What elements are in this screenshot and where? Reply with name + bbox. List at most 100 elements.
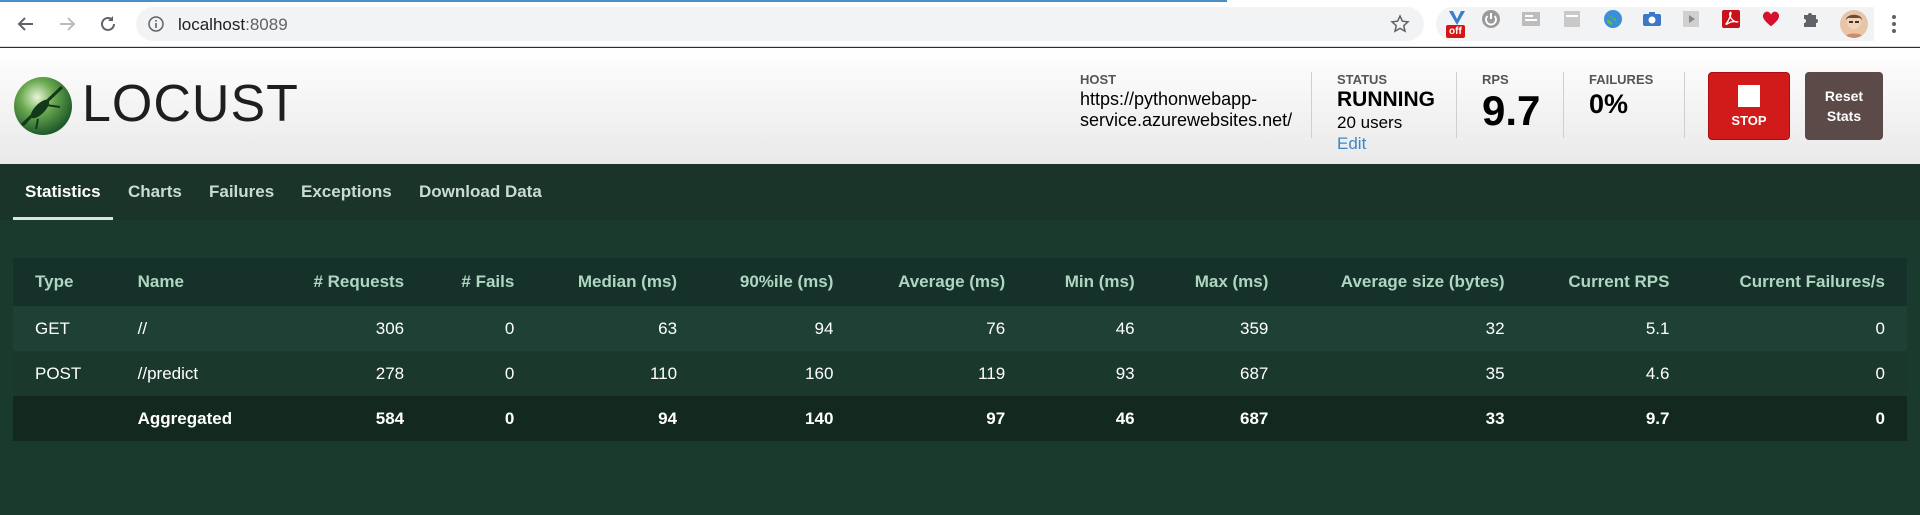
col-fails[interactable]: # Fails: [426, 258, 536, 306]
rps-stat: RPS 9.7: [1482, 72, 1540, 135]
host-value: https://pythonwebapp-service.azurewebsit…: [1080, 89, 1293, 130]
page-load-progress: [0, 0, 1227, 2]
ext-image-icon[interactable]: [1521, 9, 1541, 29]
cell-current-rps: 4.6: [1645, 363, 1670, 383]
cell-fails: 0: [504, 318, 515, 338]
app-brand-title: LOCUST: [82, 75, 299, 133]
host-stat: HOST https://pythonwebapp-service.azurew…: [1080, 72, 1300, 131]
cell-avg-size: 33: [1485, 408, 1505, 428]
cell-90ile: 160: [805, 363, 834, 383]
ext-power-icon[interactable]: [1481, 9, 1501, 29]
app-header: LOCUST HOST https://pythonwebapp-service…: [0, 48, 1920, 164]
forward-arrow-icon: [60, 17, 76, 31]
cell-min: 93: [1115, 363, 1135, 383]
stat-divider: [1311, 72, 1312, 138]
col-min[interactable]: Min (ms): [1027, 258, 1156, 306]
back-arrow-icon: [17, 17, 33, 31]
cell-median: 63: [658, 318, 678, 338]
stop-button[interactable]: STOP: [1708, 72, 1790, 140]
extensions-puzzle-icon[interactable]: [1801, 9, 1821, 29]
stop-icon: [1738, 84, 1760, 107]
profile-avatar[interactable]: [1840, 10, 1868, 38]
col-max[interactable]: Max (ms): [1157, 258, 1291, 306]
table-row: POST //predict 278 0 110 160 119 93 687 …: [13, 351, 1907, 396]
failures-value: 0%: [1589, 89, 1629, 119]
cell-median: 94: [658, 408, 678, 428]
address-bar[interactable]: localhost:8089: [136, 7, 1424, 41]
col-requests[interactable]: # Requests: [273, 258, 426, 306]
ext-globe-icon[interactable]: [1603, 9, 1623, 29]
col-current-rps[interactable]: Current RPS: [1527, 258, 1692, 306]
forward-button[interactable]: [54, 11, 80, 37]
url-port: :8089: [245, 15, 288, 34]
browser-menu-icon[interactable]: [1884, 12, 1904, 36]
ext-camera-icon[interactable]: [1642, 9, 1662, 29]
user-count: 20 users: [1337, 113, 1403, 132]
cell-name: Aggregated: [137, 408, 233, 428]
cell-current-failures: 0: [1875, 408, 1885, 428]
cell-max: 359: [1240, 318, 1269, 338]
tab-download-data[interactable]: Download Data: [407, 164, 554, 220]
tab-failures[interactable]: Failures: [197, 164, 286, 220]
cell-90ile: 94: [814, 318, 834, 338]
tab-statistics[interactable]: Statistics: [13, 164, 113, 220]
main-tabs: Statistics Charts Failures Exceptions Do…: [0, 164, 1920, 220]
url-host: localhost: [178, 15, 246, 34]
cell-current-failures: 0: [1875, 363, 1885, 383]
cell-avg-size: 32: [1485, 318, 1505, 338]
cell-type: [13, 396, 116, 441]
col-median[interactable]: Median (ms): [536, 258, 699, 306]
cell-current-rps: 9.7: [1645, 408, 1670, 428]
cell-average: 119: [978, 363, 1006, 383]
table-row-aggregated: Aggregated 584 0 94 140 97 46 687 33 9.7…: [13, 396, 1907, 441]
tab-charts[interactable]: Charts: [116, 164, 194, 220]
browser-toolbar: localhost:8089 off: [0, 0, 1920, 47]
cell-current-rps: 5.1: [1645, 318, 1670, 338]
rps-value: 9.7: [1482, 87, 1541, 134]
cell-type: GET: [35, 318, 70, 338]
cell-max: 687: [1240, 363, 1269, 383]
cell-median: 110: [649, 363, 678, 383]
failures-label: FAILURES: [1589, 72, 1654, 87]
info-icon[interactable]: [148, 16, 164, 32]
stat-divider: [1563, 72, 1564, 138]
ext-pdf-icon[interactable]: [1721, 9, 1741, 29]
bookmark-star-icon[interactable]: [1390, 14, 1410, 34]
stop-label: STOP: [1731, 112, 1767, 128]
edit-users-link[interactable]: Edit: [1337, 134, 1435, 154]
rps-label: RPS: [1482, 72, 1509, 87]
cell-current-failures: 0: [1875, 318, 1885, 338]
url-text[interactable]: localhost:8089: [178, 15, 288, 35]
cell-min: 46: [1115, 318, 1135, 338]
reset-stats-button[interactable]: Reset Stats: [1805, 72, 1883, 140]
col-type[interactable]: Type: [13, 258, 116, 306]
cell-requests: 278: [375, 363, 405, 383]
col-avg-size[interactable]: Average size (bytes): [1290, 258, 1526, 306]
cell-fails: 0: [504, 408, 515, 428]
statistics-panel: Type Name # Requests # Fails Median (ms)…: [13, 258, 1907, 441]
tab-exceptions[interactable]: Exceptions: [289, 164, 404, 220]
stat-divider: [1456, 72, 1457, 138]
cell-max: 687: [1240, 408, 1269, 428]
cell-min: 46: [1115, 408, 1135, 428]
statistics-table: Type Name # Requests # Fails Median (ms)…: [13, 258, 1907, 441]
cell-requests: 584: [375, 408, 405, 428]
host-label: HOST: [1080, 72, 1117, 87]
ext-window-icon[interactable]: [1562, 9, 1582, 29]
col-90ile[interactable]: 90%ile (ms): [699, 258, 855, 306]
status-value: RUNNING: [1337, 88, 1435, 111]
ext-heart-icon[interactable]: [1761, 9, 1781, 29]
cell-requests: 306: [375, 318, 405, 338]
failures-stat: FAILURES 0%: [1589, 72, 1653, 120]
col-average[interactable]: Average (ms): [855, 258, 1027, 306]
status-label: STATUS: [1337, 72, 1388, 87]
cell-name: //predict: [137, 363, 199, 383]
ext-play-icon[interactable]: [1681, 9, 1701, 29]
reload-button[interactable]: [95, 11, 121, 37]
cell-average: 97: [986, 408, 1006, 428]
col-current-failures[interactable]: Current Failures/s: [1691, 258, 1907, 306]
status-stat: STATUS RUNNING 20 users Edit: [1337, 72, 1435, 154]
col-name[interactable]: Name: [116, 258, 273, 306]
back-button[interactable]: [13, 11, 39, 37]
cell-avg-size: 35: [1485, 363, 1505, 383]
